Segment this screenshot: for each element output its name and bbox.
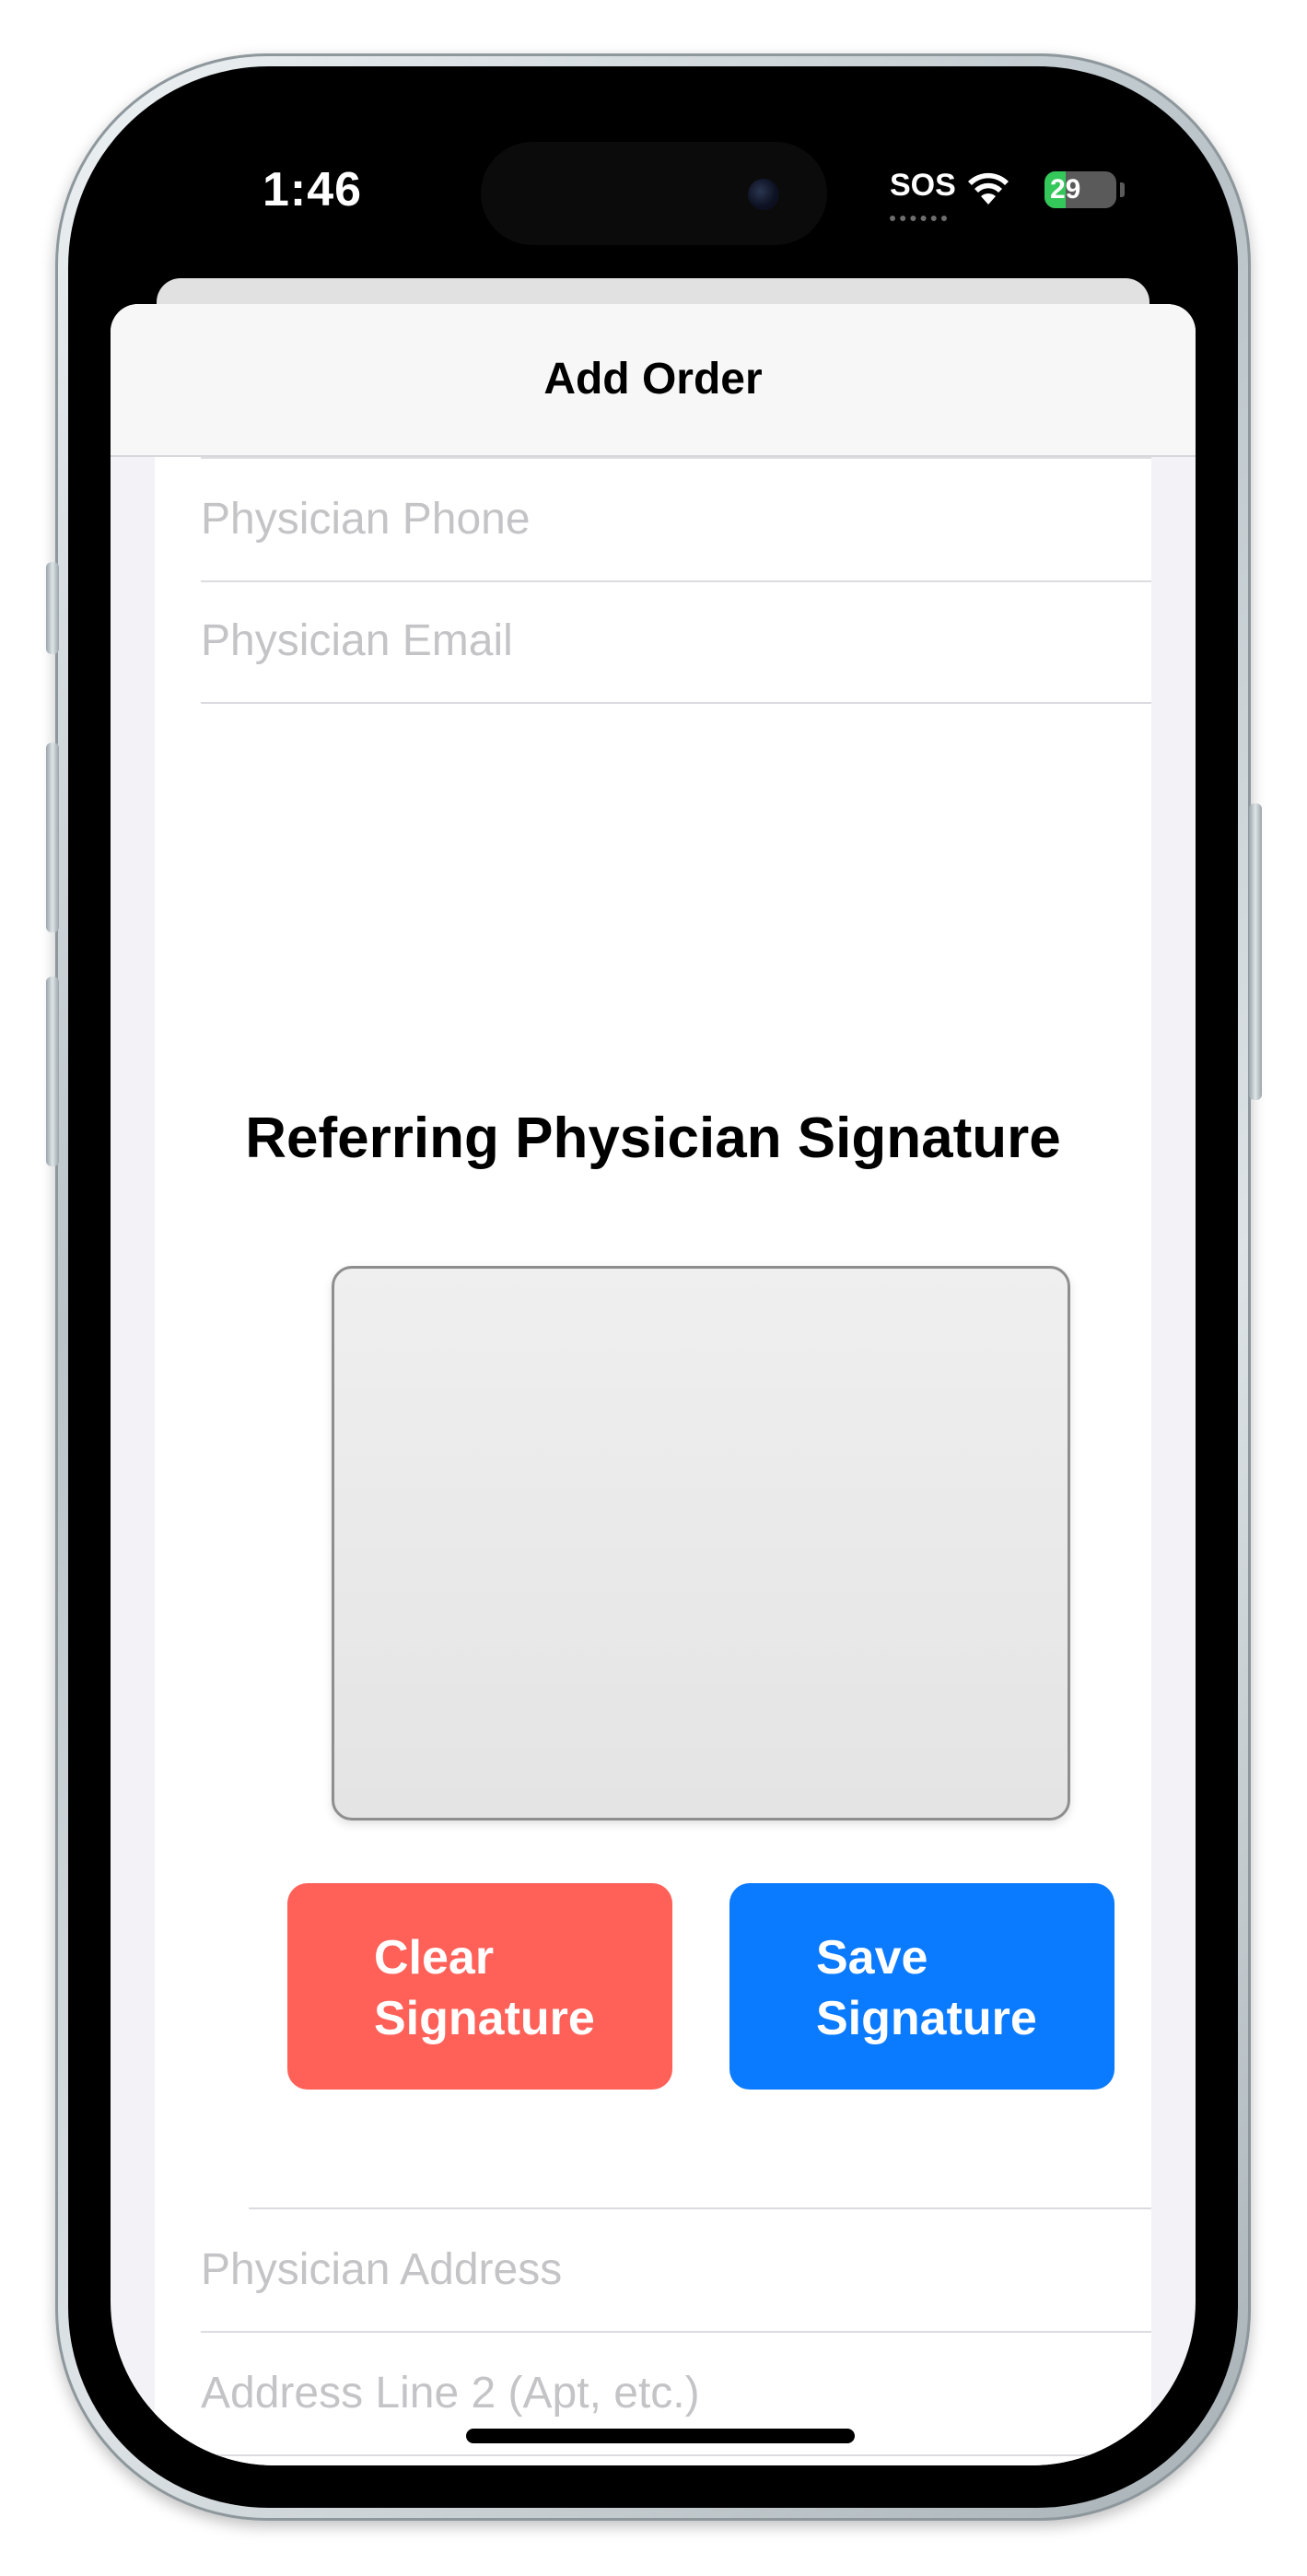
- battery-percent: 29: [1050, 174, 1081, 205]
- save-signature-label-line1: Save: [816, 1931, 928, 1985]
- battery-icon: 29: [1044, 171, 1116, 208]
- status-time: 1:46: [263, 163, 363, 217]
- physician-email-field[interactable]: [201, 580, 1151, 700]
- signature-title: Referring Physician Signature: [245, 1107, 1061, 1170]
- action-button: [46, 562, 59, 654]
- city-row: [201, 2456, 1151, 2465]
- screen: 1:46 SOS 29 Add Order Referri: [111, 109, 1196, 2465]
- city-field[interactable]: [201, 2456, 1151, 2465]
- signal-dots-icon: [890, 206, 947, 221]
- power-button: [1249, 803, 1262, 1100]
- save-signature-label-line2: Signature: [816, 1992, 1037, 2045]
- clear-signature-label-line2: Signature: [374, 1992, 595, 2045]
- signature-pad[interactable]: [332, 1266, 1070, 1821]
- add-order-sheet: Add Order Referring Physician Signature …: [111, 304, 1196, 2465]
- battery-cap: [1120, 182, 1125, 197]
- navigation-bar: Add Order: [111, 304, 1196, 457]
- sos-indicator: SOS: [890, 168, 956, 203]
- physician-address-field[interactable]: [201, 2209, 1151, 2329]
- physician-phone-field[interactable]: [201, 459, 1151, 579]
- home-indicator[interactable]: [466, 2429, 855, 2443]
- physician-phone-row: [201, 457, 1151, 582]
- camera-icon: [748, 179, 779, 210]
- volume-up-button: [46, 743, 59, 932]
- wifi-icon: [968, 172, 1009, 205]
- order-form: Referring Physician Signature Clear Sign…: [155, 457, 1151, 2465]
- physician-address-row: [201, 2209, 1151, 2333]
- clear-signature-label-line1: Clear: [374, 1931, 495, 1985]
- clear-signature-button[interactable]: Clear Signature: [287, 1883, 672, 2090]
- physician-email-row: [201, 580, 1151, 704]
- save-signature-button[interactable]: Save Signature: [729, 1883, 1114, 2090]
- dynamic-island: [481, 142, 827, 245]
- volume-down-button: [46, 977, 59, 1166]
- status-bar: 1:46 SOS 29: [111, 109, 1196, 275]
- page-title: Add Order: [543, 355, 763, 404]
